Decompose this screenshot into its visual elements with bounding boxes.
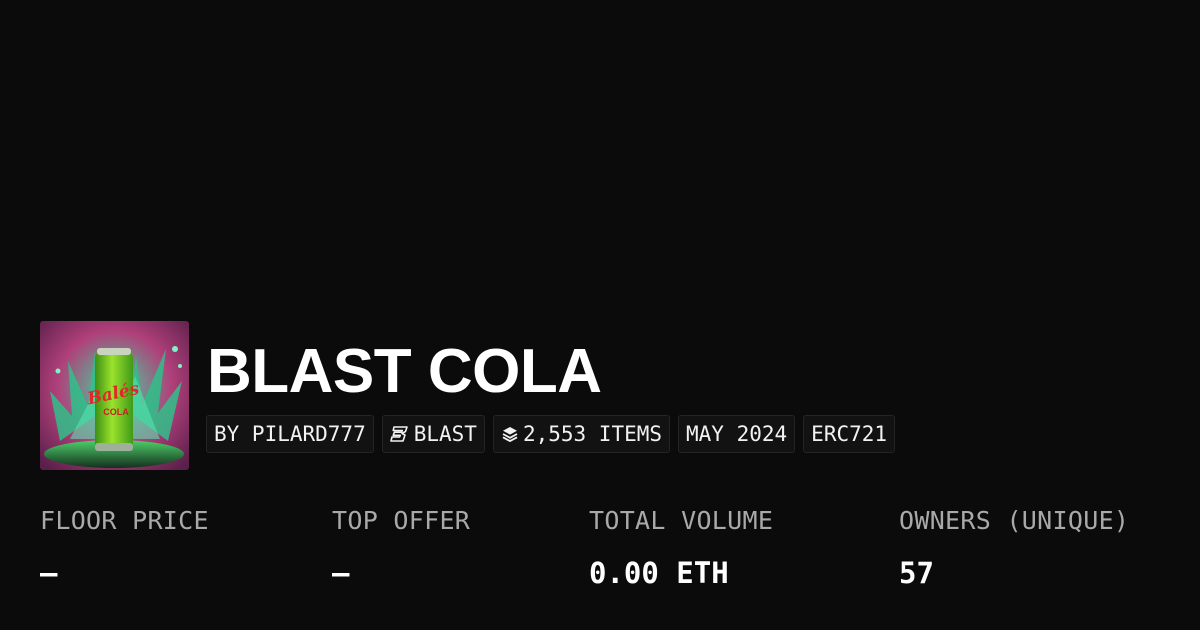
stat-total-volume: TOTAL VOLUME 0.00 ETH [589,506,773,590]
standard-label: ERC721 [811,422,888,446]
items-count-label: 2,553 ITEMS [522,422,663,446]
blast-logo-icon [389,426,410,442]
items-badge: 2,553 ITEMS [492,415,671,453]
stat-value: – [332,556,350,590]
collection-badges: BY PILARD777 BLAST 2,553 ITEMS MAY 2024 [206,415,896,453]
soda-can-image: Balés COLA [40,321,189,470]
svg-text:COLA: COLA [103,407,129,417]
stat-floor-price: FLOOR PRICE – [40,506,209,590]
stat-value: 0.00 ETH [589,556,729,590]
chain-badge[interactable]: BLAST [381,415,485,453]
stat-value: – [40,556,58,590]
stat-value: 57 [899,556,934,590]
date-badge: MAY 2024 [678,415,796,453]
date-label: MAY 2024 [686,422,788,446]
chain-label: BLAST [413,422,477,446]
collection-thumbnail: Balés COLA [40,321,189,470]
stat-label: FLOOR PRICE [40,506,209,535]
stat-owners: OWNERS (UNIQUE) 57 [899,506,1129,590]
stat-top-offer: TOP OFFER – [332,506,470,590]
collection-title: BLAST COLA [207,337,602,406]
stat-label: OWNERS (UNIQUE) [899,506,1130,535]
creator-label: BY PILARD777 [214,422,366,446]
stat-label: TOTAL VOLUME [589,506,774,535]
collection-card: Balés COLA BLAST COLA BY PILARD777 BLAST [0,0,1200,630]
standard-badge: ERC721 [803,415,896,453]
layers-icon [501,425,519,443]
creator-badge[interactable]: BY PILARD777 [206,415,374,453]
stat-label: TOP OFFER [332,506,471,535]
